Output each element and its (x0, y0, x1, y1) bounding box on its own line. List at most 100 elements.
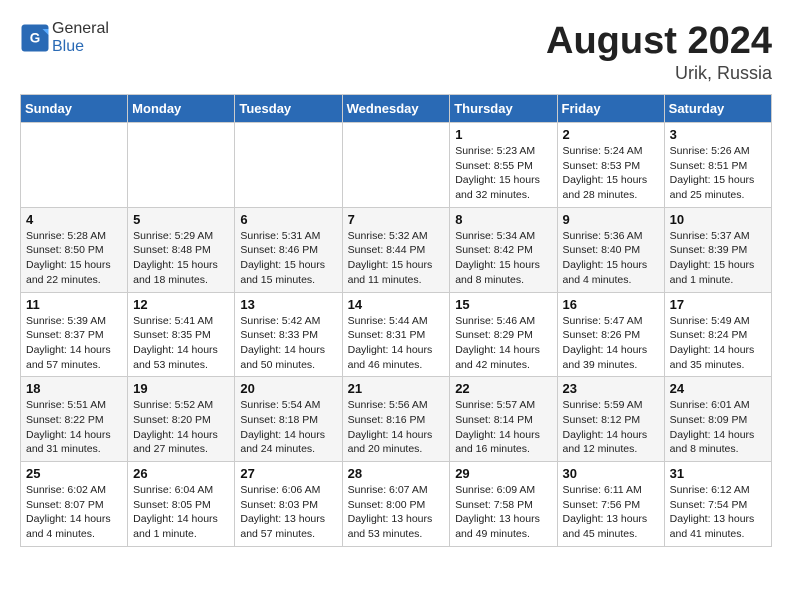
day-details: Sunrise: 5:56 AM Sunset: 8:16 PM Dayligh… (348, 398, 445, 457)
day-number: 23 (563, 381, 659, 396)
weekday-header-thursday: Thursday (450, 95, 557, 123)
calendar-cell: 22 Sunrise: 5:57 AM Sunset: 8:14 PM Dayli… (450, 377, 557, 462)
day-details: Sunrise: 6:06 AM Sunset: 8:03 PM Dayligh… (240, 483, 336, 542)
calendar-cell: 10 Sunrise: 5:37 AM Sunset: 8:39 PM Dayli… (664, 207, 771, 292)
day-details: Sunrise: 5:52 AM Sunset: 8:20 PM Dayligh… (133, 398, 229, 457)
day-number: 6 (240, 212, 336, 227)
day-number: 31 (670, 466, 766, 481)
day-number: 5 (133, 212, 229, 227)
day-details: Sunrise: 5:34 AM Sunset: 8:42 PM Dayligh… (455, 229, 551, 288)
weekday-header-monday: Monday (128, 95, 235, 123)
day-details: Sunrise: 5:36 AM Sunset: 8:40 PM Dayligh… (563, 229, 659, 288)
day-number: 3 (670, 127, 766, 142)
day-number: 16 (563, 297, 659, 312)
day-details: Sunrise: 5:44 AM Sunset: 8:31 PM Dayligh… (348, 314, 445, 373)
day-number: 26 (133, 466, 229, 481)
calendar-cell: 23 Sunrise: 5:59 AM Sunset: 8:12 PM Dayli… (557, 377, 664, 462)
day-details: Sunrise: 6:04 AM Sunset: 8:05 PM Dayligh… (133, 483, 229, 542)
day-number: 7 (348, 212, 445, 227)
calendar-cell: 21 Sunrise: 5:56 AM Sunset: 8:16 PM Dayli… (342, 377, 450, 462)
day-details: Sunrise: 6:01 AM Sunset: 8:09 PM Dayligh… (670, 398, 766, 457)
calendar-cell: 15 Sunrise: 5:46 AM Sunset: 8:29 PM Dayli… (450, 292, 557, 377)
day-details: Sunrise: 5:49 AM Sunset: 8:24 PM Dayligh… (670, 314, 766, 373)
calendar-cell: 27 Sunrise: 6:06 AM Sunset: 8:03 PM Dayli… (235, 462, 342, 547)
day-number: 10 (670, 212, 766, 227)
calendar-cell: 13Sunrise: 5:42 AM Sunset: 8:33 PM Dayli… (235, 292, 342, 377)
calendar-cell: 17Sunrise: 5:49 AM Sunset: 8:24 PM Dayli… (664, 292, 771, 377)
weekday-header-sunday: Sunday (21, 95, 128, 123)
weekday-header-row: SundayMondayTuesdayWednesdayThursdayFrid… (21, 95, 772, 123)
day-number: 13 (240, 297, 336, 312)
day-number: 15 (455, 297, 551, 312)
calendar-cell: 20 Sunrise: 5:54 AM Sunset: 8:18 PM Dayli… (235, 377, 342, 462)
calendar-cell: 11Sunrise: 5:39 AM Sunset: 8:37 PM Dayli… (21, 292, 128, 377)
logo-blue-text: Blue (52, 38, 84, 55)
calendar-week-3: 11Sunrise: 5:39 AM Sunset: 8:37 PM Dayli… (21, 292, 772, 377)
calendar-cell: 25 Sunrise: 6:02 AM Sunset: 8:07 PM Dayli… (21, 462, 128, 547)
calendar-week-5: 25 Sunrise: 6:02 AM Sunset: 8:07 PM Dayli… (21, 462, 772, 547)
calendar-cell: 30Sunrise: 6:11 AM Sunset: 7:56 PM Dayli… (557, 462, 664, 547)
day-details: Sunrise: 6:12 AM Sunset: 7:54 PM Dayligh… (670, 483, 766, 542)
day-number: 28 (348, 466, 445, 481)
day-details: Sunrise: 5:54 AM Sunset: 8:18 PM Dayligh… (240, 398, 336, 457)
weekday-header-friday: Friday (557, 95, 664, 123)
day-number: 22 (455, 381, 551, 396)
calendar-cell (235, 123, 342, 208)
day-details: Sunrise: 5:39 AM Sunset: 8:37 PM Dayligh… (26, 314, 122, 373)
calendar-cell: 1Sunrise: 5:23 AM Sunset: 8:55 PM Daylig… (450, 123, 557, 208)
day-number: 27 (240, 466, 336, 481)
day-number: 18 (26, 381, 122, 396)
day-number: 20 (240, 381, 336, 396)
day-number: 24 (670, 381, 766, 396)
calendar-header: SundayMondayTuesdayWednesdayThursdayFrid… (21, 95, 772, 123)
calendar-cell: 5Sunrise: 5:29 AM Sunset: 8:48 PM Daylig… (128, 207, 235, 292)
logo-general-text: General (52, 20, 109, 37)
day-details: Sunrise: 5:41 AM Sunset: 8:35 PM Dayligh… (133, 314, 229, 373)
logo-icon: G (20, 23, 50, 53)
day-details: Sunrise: 5:47 AM Sunset: 8:26 PM Dayligh… (563, 314, 659, 373)
calendar-cell (342, 123, 450, 208)
month-year-title: August 2024 (546, 20, 772, 63)
weekday-header-saturday: Saturday (664, 95, 771, 123)
day-details: Sunrise: 6:07 AM Sunset: 8:00 PM Dayligh… (348, 483, 445, 542)
calendar-cell (128, 123, 235, 208)
calendar-cell: 4 Sunrise: 5:28 AM Sunset: 8:50 PM Daylig… (21, 207, 128, 292)
day-number: 4 (26, 212, 122, 227)
day-number: 30 (563, 466, 659, 481)
day-details: Sunrise: 5:59 AM Sunset: 8:12 PM Dayligh… (563, 398, 659, 457)
calendar-cell: 8 Sunrise: 5:34 AM Sunset: 8:42 PM Daylig… (450, 207, 557, 292)
calendar-cell: 2Sunrise: 5:24 AM Sunset: 8:53 PM Daylig… (557, 123, 664, 208)
day-number: 21 (348, 381, 445, 396)
day-number: 8 (455, 212, 551, 227)
calendar-cell: 12 Sunrise: 5:41 AM Sunset: 8:35 PM Dayli… (128, 292, 235, 377)
day-number: 9 (563, 212, 659, 227)
day-number: 2 (563, 127, 659, 142)
day-details: Sunrise: 5:28 AM Sunset: 8:50 PM Dayligh… (26, 229, 122, 288)
calendar-cell: 6 Sunrise: 5:31 AM Sunset: 8:46 PM Daylig… (235, 207, 342, 292)
day-number: 25 (26, 466, 122, 481)
calendar-cell: 14 Sunrise: 5:44 AM Sunset: 8:31 PM Dayli… (342, 292, 450, 377)
calendar-body: 1Sunrise: 5:23 AM Sunset: 8:55 PM Daylig… (21, 123, 772, 547)
day-number: 19 (133, 381, 229, 396)
day-details: Sunrise: 5:26 AM Sunset: 8:51 PM Dayligh… (670, 144, 766, 203)
calendar-week-1: 1Sunrise: 5:23 AM Sunset: 8:55 PM Daylig… (21, 123, 772, 208)
calendar-table: SundayMondayTuesdayWednesdayThursdayFrid… (20, 94, 772, 547)
day-details: Sunrise: 5:57 AM Sunset: 8:14 PM Dayligh… (455, 398, 551, 457)
day-details: Sunrise: 5:46 AM Sunset: 8:29 PM Dayligh… (455, 314, 551, 373)
weekday-header-tuesday: Tuesday (235, 95, 342, 123)
location-subtitle: Urik, Russia (546, 63, 772, 84)
day-number: 1 (455, 127, 551, 142)
day-details: Sunrise: 6:02 AM Sunset: 8:07 PM Dayligh… (26, 483, 122, 542)
page-header: G General Blue August 2024 Urik, Russia (20, 20, 772, 84)
day-details: Sunrise: 5:37 AM Sunset: 8:39 PM Dayligh… (670, 229, 766, 288)
calendar-cell: 7Sunrise: 5:32 AM Sunset: 8:44 PM Daylig… (342, 207, 450, 292)
day-number: 14 (348, 297, 445, 312)
day-details: Sunrise: 5:31 AM Sunset: 8:46 PM Dayligh… (240, 229, 336, 288)
calendar-cell: 26 Sunrise: 6:04 AM Sunset: 8:05 PM Dayli… (128, 462, 235, 547)
day-number: 12 (133, 297, 229, 312)
calendar-cell: 19 Sunrise: 5:52 AM Sunset: 8:20 PM Dayli… (128, 377, 235, 462)
weekday-header-wednesday: Wednesday (342, 95, 450, 123)
calendar-cell (21, 123, 128, 208)
calendar-cell: 28 Sunrise: 6:07 AM Sunset: 8:00 PM Dayli… (342, 462, 450, 547)
calendar-week-2: 4 Sunrise: 5:28 AM Sunset: 8:50 PM Daylig… (21, 207, 772, 292)
